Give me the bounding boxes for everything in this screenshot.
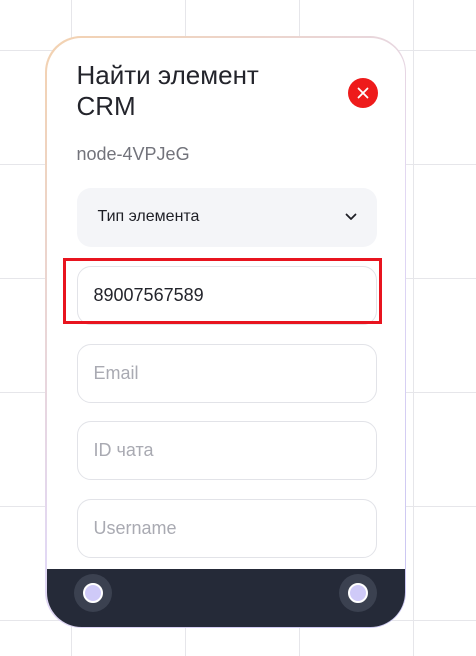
- input-handle[interactable]: [73, 573, 112, 612]
- chat-id-field[interactable]: ID чата: [76, 420, 377, 480]
- element-type-label: Тип элемента: [97, 208, 200, 225]
- node-body: Найти элемент CRM node-4VPJeG Тип элемен…: [46, 37, 405, 627]
- element-type-select[interactable]: Тип элемента: [76, 187, 377, 247]
- chevron-down-icon: [345, 213, 356, 220]
- node-id: node-4VPJeG: [76, 143, 190, 164]
- close-button[interactable]: [347, 77, 378, 108]
- output-handle-dot: [347, 582, 368, 603]
- crm-find-node-card[interactable]: Найти элемент CRM node-4VPJeG Тип элемен…: [45, 36, 406, 628]
- input-handle-dot: [82, 582, 103, 603]
- highlight-box: [63, 258, 382, 324]
- close-icon: [357, 87, 368, 98]
- node-title: Найти элемент CRM: [76, 59, 259, 121]
- username-field[interactable]: Username: [76, 498, 377, 558]
- email-field[interactable]: Email: [76, 343, 377, 403]
- node-footer: [46, 568, 405, 627]
- output-handle[interactable]: [338, 573, 377, 612]
